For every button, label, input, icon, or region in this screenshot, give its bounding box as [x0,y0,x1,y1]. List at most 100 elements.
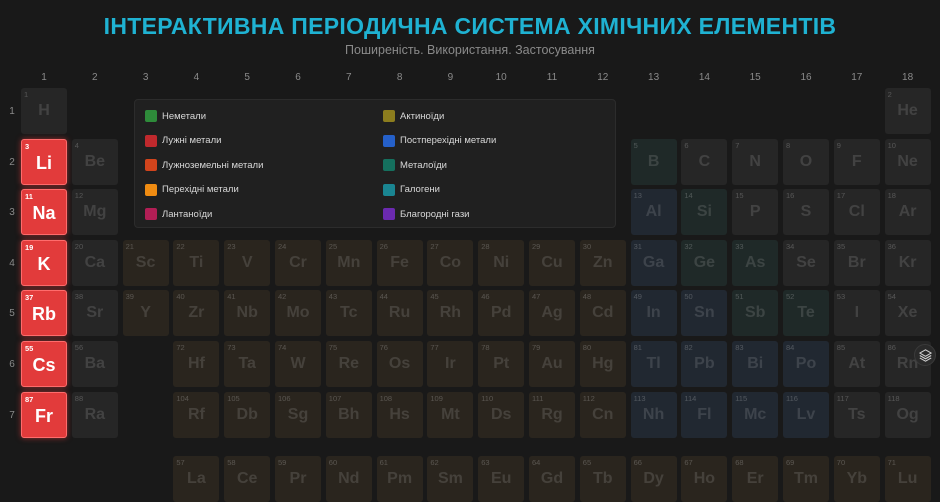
element-cell-mo[interactable]: 42 Mo [275,290,321,337]
element-cell-cd[interactable]: 48 Cd [579,290,626,337]
element-cell-sr[interactable]: 38 Sr [71,290,118,337]
element-cell-al[interactable]: 13 Al [630,189,677,236]
element-cell-n[interactable]: 7N [732,138,779,185]
element-cell-mn[interactable]: 25 Mn [325,239,372,286]
element-cell-ts[interactable]: 117 Ts [833,391,880,438]
element-cell-au[interactable]: 79 Au [529,341,575,387]
element-cell-mt[interactable]: 109 Mt [427,391,474,438]
element-cell-s[interactable]: 16 S [783,189,829,236]
element-cell-ds[interactable]: 110 Ds [478,391,525,438]
element-cell-dy[interactable]: 66 Dy [630,456,677,502]
element-cell-bh[interactable]: 107 Bh [325,391,372,438]
element-cell-as[interactable]: 33 As [732,239,779,286]
legend-item[interactable]: Благородні гази [383,207,470,221]
element-cell-p[interactable]: 15 P [732,189,779,236]
element-cell-og[interactable]: 118 Og [884,391,931,438]
element-cell-po[interactable]: 84 Po [783,341,829,387]
element-cell-sm[interactable]: 62 Sm [427,456,474,502]
element-cell-ba[interactable]: 56 Ba [71,341,118,387]
element-cell-he[interactable]: 2 He [884,88,931,134]
element-cell-pr[interactable]: 59 Pr [275,456,321,502]
element-cell-ca[interactable]: 20 Ca [71,239,118,286]
element-cell-co[interactable]: 27 Co [427,239,474,286]
legend-item[interactable]: Галогени [383,183,440,197]
element-cell-se[interactable]: 34 Se [783,239,829,286]
element-cell-db[interactable]: 105 Db [224,391,271,438]
element-cell-nb[interactable]: 41 Nb [224,290,271,337]
element-cell-y[interactable]: 39 Y [122,290,169,337]
element-cell-rg[interactable]: 111 Rg [529,391,575,438]
element-cell-k[interactable]: 19 K [21,239,67,286]
element-cell-yb[interactable]: 70 Yb [833,456,880,502]
element-cell-w[interactable]: 74 W [275,341,321,387]
element-cell-ar[interactable]: 18 Ar [884,189,931,236]
element-cell-sb[interactable]: 51 Sb [732,290,779,337]
element-cell-ga[interactable]: 31 Ga [630,239,677,286]
legend-item[interactable]: Лантаноїди [145,207,212,221]
element-cell-ni[interactable]: 28 Ni [478,239,525,286]
element-cell-nd[interactable]: 60 Nd [325,456,372,502]
element-cell-ra[interactable]: 88 Ra [71,391,118,438]
element-cell-pb[interactable]: 82 Pb [681,341,728,387]
element-cell-sc[interactable]: 21 Sc [122,239,169,286]
element-cell-gd[interactable]: 64 Gd [529,456,575,502]
element-cell-lu[interactable]: 71 Lu [884,456,931,502]
element-cell-rb[interactable]: 37 Rb [21,290,67,337]
element-cell-ho[interactable]: 67 Ho [681,456,728,502]
element-cell-hg[interactable]: 80 Hg [579,341,626,387]
element-cell-tm[interactable]: 69 Tm [783,456,829,502]
element-cell-ce[interactable]: 58 Ce [224,456,271,502]
element-cell-c[interactable]: 6C [681,138,728,185]
element-cell-os[interactable]: 76 Os [376,341,423,387]
element-cell-nh[interactable]: 113 Nh [630,391,677,438]
element-cell-si[interactable]: 14 Si [681,189,728,236]
element-cell-ne[interactable]: 10 Ne [884,138,931,185]
element-cell-ag[interactable]: 47 Ag [529,290,575,337]
legend-item[interactable]: Лужноземельні метали [145,158,263,172]
element-cell-xe[interactable]: 54 Xe [884,290,931,337]
element-cell-o[interactable]: 8O [783,138,829,185]
element-cell-hs[interactable]: 108 Hs [376,391,423,438]
element-cell-at[interactable]: 85 At [833,341,880,387]
legend-item[interactable]: Актиноїди [383,109,444,123]
element-cell-bi[interactable]: 83 Bi [732,341,779,387]
element-cell-in[interactable]: 49 In [630,290,677,337]
element-cell-br[interactable]: 35 Br [833,239,880,286]
element-cell-tl[interactable]: 81 Tl [630,341,677,387]
element-cell-ir[interactable]: 77 Ir [427,341,474,387]
element-cell-be[interactable]: 4 Be [71,138,118,185]
element-cell-zn[interactable]: 30 Zn [579,239,626,286]
element-cell-li[interactable]: 3 Li [21,138,67,185]
element-cell-la[interactable]: 57 La [173,456,220,502]
element-cell-cu[interactable]: 29 Cu [529,239,575,286]
element-cell-er[interactable]: 68 Er [732,456,779,502]
element-cell-na[interactable]: 11 Na [21,189,67,236]
element-cell-cn[interactable]: 112 Cn [579,391,626,438]
element-cell-te[interactable]: 52 Te [783,290,829,337]
element-cell-mg[interactable]: 12 Mg [71,189,118,236]
element-cell-sg[interactable]: 106 Sg [275,391,321,438]
element-cell-v[interactable]: 23 V [224,239,271,286]
element-cell-cr[interactable]: 24 Cr [275,239,321,286]
element-cell-pd[interactable]: 46 Pd [478,290,525,337]
element-cell-b[interactable]: 5B [630,138,677,185]
element-cell-i[interactable]: 53 I [833,290,880,337]
legend-item[interactable]: Перехідні метали [145,183,239,197]
element-cell-ru[interactable]: 44 Ru [376,290,423,337]
element-cell-rf[interactable]: 104 Rf [173,391,220,438]
element-cell-fe[interactable]: 26 Fe [376,239,423,286]
legend-item[interactable]: Лужні метали [145,134,221,148]
element-cell-h[interactable]: 1H [21,88,67,134]
element-cell-cs[interactable]: 55 Cs [21,341,67,387]
element-cell-ge[interactable]: 32 Ge [681,239,728,286]
element-cell-pt[interactable]: 78 Pt [478,341,525,387]
element-cell-pm[interactable]: 61 Pm [376,456,423,502]
element-cell-rh[interactable]: 45 Rh [427,290,474,337]
element-cell-fl[interactable]: 114 Fl [681,391,728,438]
element-cell-ta[interactable]: 73 Ta [224,341,271,387]
element-cell-eu[interactable]: 63 Eu [478,456,525,502]
element-cell-fr[interactable]: 87 Fr [21,391,67,438]
legend-item[interactable]: Неметали [145,109,206,123]
element-cell-mc[interactable]: 115 Mc [732,391,779,438]
element-cell-kr[interactable]: 36 Kr [884,239,931,286]
